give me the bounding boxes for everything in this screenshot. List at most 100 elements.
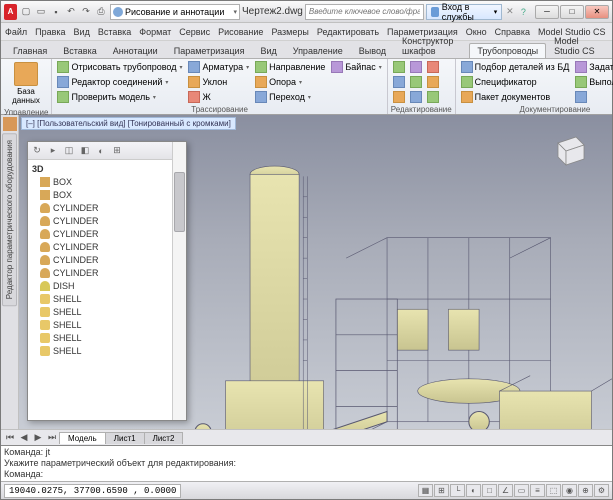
menu-item[interactable]: Правка: [35, 27, 65, 37]
tree-refresh-icon[interactable]: ↻: [30, 144, 44, 158]
tree-item[interactable]: BOX: [30, 175, 184, 188]
set-section-button[interactable]: Задать разрез: [573, 60, 613, 74]
ribbon-tab[interactable]: Трубопроводы: [469, 43, 546, 58]
tree-item[interactable]: BOX: [30, 188, 184, 201]
tree-item[interactable]: CYLINDER: [30, 201, 184, 214]
edit-btn-8[interactable]: [425, 75, 441, 89]
ribbon-tab[interactable]: Model Studio CS: [546, 33, 608, 58]
tree-item[interactable]: SHELL: [30, 331, 184, 344]
save-icon[interactable]: ▪: [49, 5, 63, 19]
palette-icon[interactable]: [3, 117, 17, 131]
menu-item[interactable]: Справка: [495, 27, 530, 37]
edit-btn-4[interactable]: [408, 60, 424, 74]
tree-item[interactable]: CYLINDER: [30, 214, 184, 227]
otrack-toggle[interactable]: ∠: [498, 484, 513, 497]
edit-btn-6[interactable]: [408, 90, 424, 104]
bypass-button[interactable]: Байпас▾: [329, 60, 383, 74]
osnap-toggle[interactable]: □: [482, 484, 497, 497]
scrollbar-thumb[interactable]: [174, 172, 185, 232]
ribbon-tab[interactable]: Управление: [285, 43, 351, 58]
zh-button[interactable]: Ж: [186, 90, 251, 104]
tab-nav-end-icon[interactable]: ⏭: [45, 431, 59, 445]
tree-item[interactable]: SHELL: [30, 305, 184, 318]
help-search-input[interactable]: [305, 4, 424, 20]
ribbon-tab[interactable]: Параметризация: [166, 43, 253, 58]
ribbon-tab[interactable]: Конструктор шкафов: [394, 33, 469, 58]
dyn-toggle[interactable]: ▭: [514, 484, 529, 497]
undo-icon[interactable]: ↶: [64, 5, 78, 19]
minimize-button[interactable]: ─: [535, 5, 559, 19]
palette-tab[interactable]: Редактор параметрического оборудования: [2, 133, 17, 306]
slope-button[interactable]: Уклон: [186, 75, 251, 89]
tab-nav-next-icon[interactable]: ▶: [31, 431, 45, 445]
menu-item[interactable]: Рисование: [218, 27, 263, 37]
menu-item[interactable]: Сервис: [179, 27, 210, 37]
workspace-selector[interactable]: Рисование и аннотации: [110, 4, 240, 20]
execute-button[interactable]: Выполнить▾: [573, 75, 613, 89]
tree-expand-icon[interactable]: ▸: [46, 144, 60, 158]
tree-item[interactable]: SHELL: [30, 292, 184, 305]
status-toggle[interactable]: ⊕: [578, 484, 593, 497]
menu-item[interactable]: Вставка: [98, 27, 131, 37]
tree-item[interactable]: DISH: [30, 279, 184, 292]
close-button[interactable]: ✕: [585, 5, 609, 19]
specifier-button[interactable]: Спецификатор: [459, 75, 572, 89]
polar-toggle[interactable]: ◐: [466, 484, 481, 497]
snap-toggle[interactable]: ▦: [418, 484, 433, 497]
model-toggle[interactable]: ⬚: [546, 484, 561, 497]
grid-toggle[interactable]: ⊞: [434, 484, 449, 497]
tree-scrollbar[interactable]: [172, 142, 186, 420]
joint-editor-button[interactable]: Редактор соединений▾: [55, 75, 184, 89]
menu-item[interactable]: Файл: [5, 27, 27, 37]
menu-item[interactable]: Редактировать: [317, 27, 379, 37]
tree-item[interactable]: SHELL: [30, 318, 184, 331]
help-icon[interactable]: ?: [518, 5, 529, 19]
command-prompt[interactable]: Команда:: [4, 469, 609, 480]
tree-item[interactable]: CYLINDER: [30, 253, 184, 266]
edit-btn-7[interactable]: [425, 60, 441, 74]
edit-btn-9[interactable]: [425, 90, 441, 104]
ribbon-tab[interactable]: Главная: [5, 43, 55, 58]
new-icon[interactable]: ▢: [19, 5, 33, 19]
tree-tool-icon[interactable]: ⊞: [110, 144, 124, 158]
edit-btn-5[interactable]: [408, 75, 424, 89]
tree-item[interactable]: CYLINDER: [30, 240, 184, 253]
ribbon-tab[interactable]: Вставка: [55, 43, 104, 58]
viewport[interactable]: [–] [Пользовательский вид] [Тонированный…: [19, 115, 612, 429]
command-line[interactable]: Команда: jt Укажите параметрический объе…: [1, 445, 612, 481]
tree-item[interactable]: SHELL: [30, 344, 184, 357]
ribbon-tab[interactable]: Вывод: [351, 43, 394, 58]
lwt-toggle[interactable]: ≡: [530, 484, 545, 497]
ribbon-tab[interactable]: Вид: [252, 43, 284, 58]
support-button[interactable]: Опора▾: [253, 75, 327, 89]
tree-body[interactable]: 3DBOXBOXCYLINDERCYLINDERCYLINDERCYLINDER…: [28, 160, 186, 420]
select-parts-button[interactable]: Подбор деталей из БД: [459, 60, 572, 74]
tree-tool-icon[interactable]: ◐: [94, 144, 108, 158]
database-button[interactable]: База данных: [4, 60, 48, 107]
tree-tool-icon[interactable]: ◫: [62, 144, 76, 158]
layout-tab[interactable]: Лист2: [144, 432, 184, 444]
menu-item[interactable]: Размеры: [271, 27, 308, 37]
menu-item[interactable]: Формат: [139, 27, 171, 37]
tab-nav-start-icon[interactable]: ⏮: [3, 431, 17, 445]
menu-item[interactable]: Вид: [74, 27, 90, 37]
check-model-button[interactable]: Проверить модель▾: [55, 90, 184, 104]
exchange-icon[interactable]: ✕: [504, 5, 515, 19]
ribbon-tab[interactable]: Аннотации: [105, 43, 166, 58]
redo-icon[interactable]: ↷: [79, 5, 93, 19]
tree-tool-icon[interactable]: ◧: [78, 144, 92, 158]
status-toggle[interactable]: ⚙: [594, 484, 609, 497]
edit-btn-3[interactable]: [391, 90, 407, 104]
print-icon[interactable]: ⎙: [94, 5, 108, 19]
layout-tab[interactable]: Лист1: [105, 432, 145, 444]
draw-pipe-button[interactable]: Отрисовать трубопровод▾: [55, 60, 184, 74]
tree-item[interactable]: CYLINDER: [30, 266, 184, 279]
valve-button[interactable]: Арматура▾: [186, 60, 251, 74]
status-toggle[interactable]: ◉: [562, 484, 577, 497]
doc-package-button[interactable]: Пакет документов: [459, 90, 572, 104]
maximize-button[interactable]: □: [560, 5, 584, 19]
tree-item[interactable]: CYLINDER: [30, 227, 184, 240]
edit-btn-2[interactable]: [391, 75, 407, 89]
ortho-toggle[interactable]: └: [450, 484, 465, 497]
tree-root[interactable]: 3D: [30, 162, 184, 175]
